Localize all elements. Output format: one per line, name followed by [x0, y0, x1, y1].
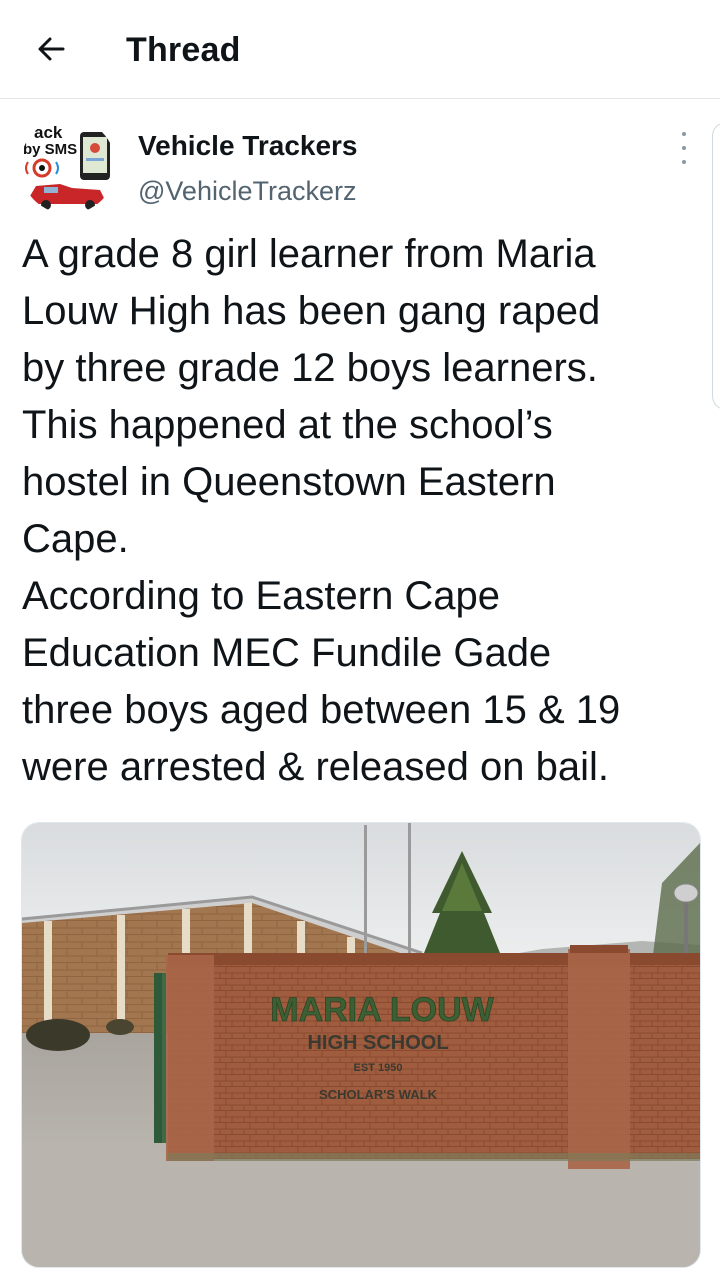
bottom-edge: [0, 1268, 720, 1280]
more-vertical-icon: [682, 132, 686, 136]
avatar-image: ack by SMS: [20, 118, 116, 214]
tweet-text: A grade 8 girl learner from Maria Louw H…: [22, 232, 621, 789]
author-handle[interactable]: @VehicleTrackerz: [138, 173, 356, 209]
avatar-text-2: by SMS: [23, 141, 77, 158]
arrow-left-icon: [38, 37, 65, 61]
top-bar: Thread: [0, 0, 720, 99]
avatar-text-1: ack: [34, 123, 63, 142]
sign-text-1: MARIA LOUW: [270, 991, 494, 1029]
back-button[interactable]: [28, 26, 74, 72]
sign-text-4: SCHOLAR'S WALK: [319, 1087, 438, 1102]
author-name[interactable]: Vehicle Trackers: [138, 128, 358, 164]
school-sign-photo: MARIA LOUW HIGH SCHOOL EST 1950 SCHOLAR'…: [22, 823, 700, 1267]
avatar[interactable]: ack by SMS: [20, 118, 116, 214]
sign-text-3: EST 1950: [354, 1062, 403, 1074]
tweet-photo[interactable]: MARIA LOUW HIGH SCHOOL EST 1950 SCHOLAR'…: [21, 822, 701, 1268]
more-options-button[interactable]: [672, 132, 696, 164]
side-panel-edge: [712, 122, 720, 410]
page-title: Thread: [126, 31, 241, 69]
sign-text-2: HIGH SCHOOL: [307, 1032, 448, 1054]
